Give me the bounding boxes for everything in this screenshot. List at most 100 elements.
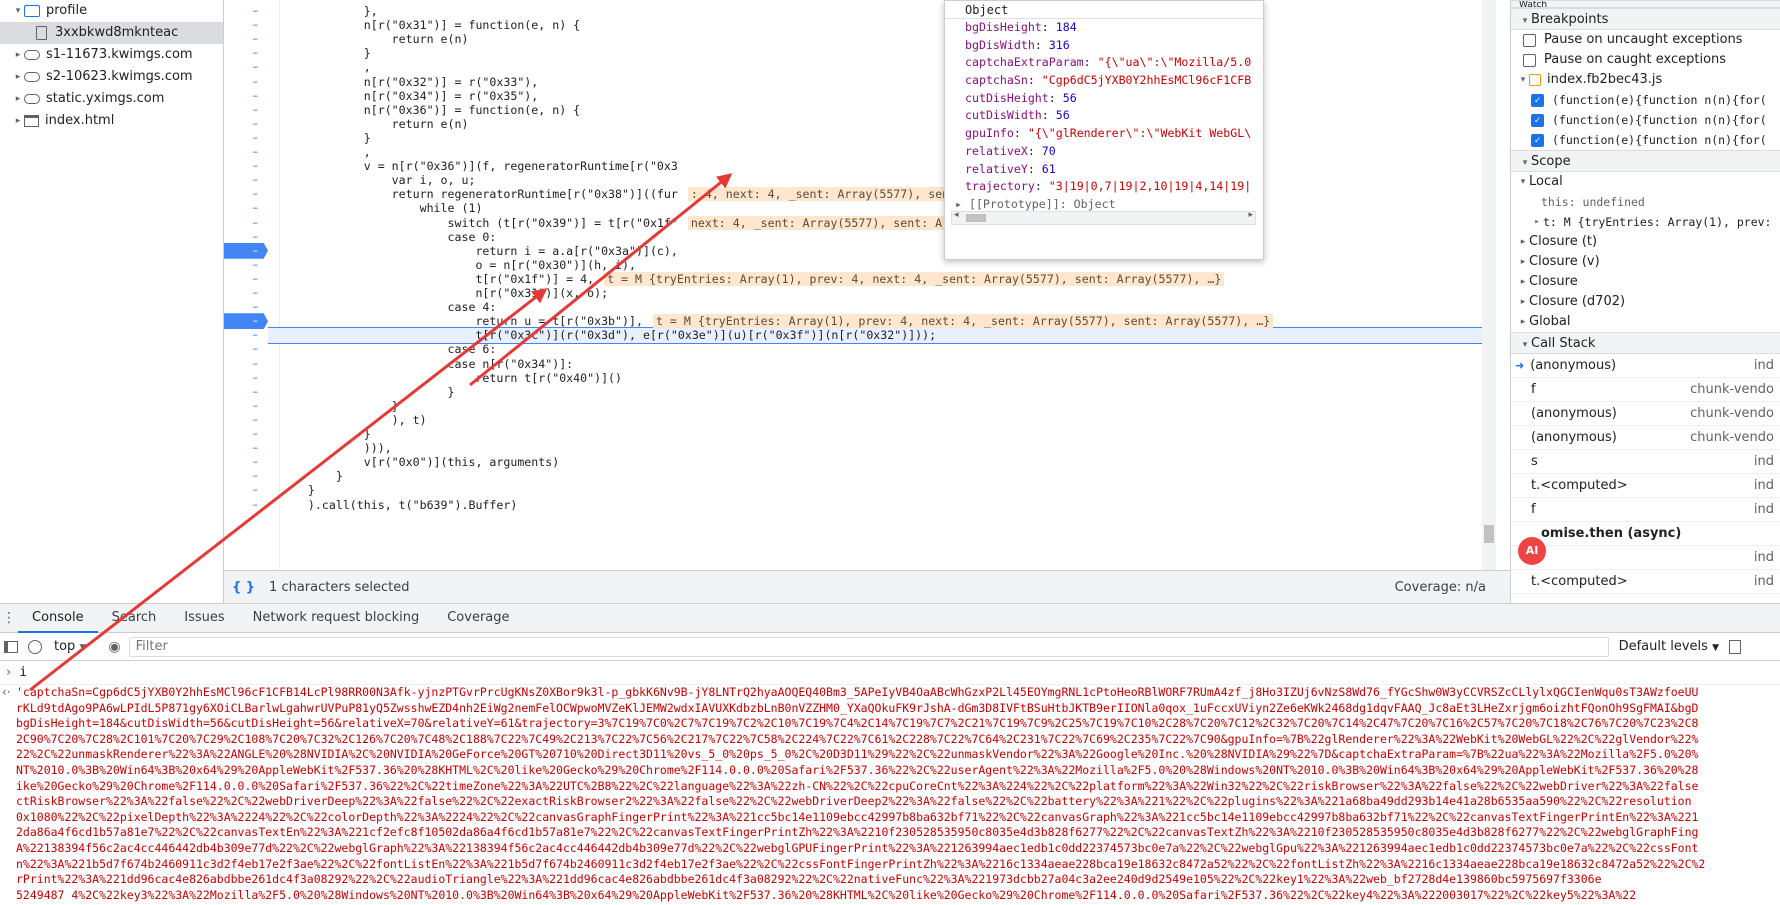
tab-search[interactable]: Search	[98, 603, 171, 633]
frame-location[interactable]: chunk-vendo	[1690, 378, 1774, 401]
frame-location[interactable]: chunk-vendo	[1690, 402, 1774, 425]
callstack-frame[interactable]: (anonymous) chunk-vendo	[1511, 426, 1780, 450]
console-output[interactable]: › i ‹· 'captchaSn=Cgp6dC5jYXB0Y2hhEsMCl96…	[0, 661, 1780, 905]
line-gutter[interactable]: – – – – – – – – – – – – – – – – – – – – – – – – – – – – – – – – – – – –	[224, 0, 268, 570]
expand-triangle-icon[interactable]: ▸	[1517, 252, 1529, 272]
sidebar-toggle-icon[interactable]	[4, 640, 18, 653]
frame-location[interactable]: chunk-vendo	[1690, 426, 1774, 449]
popover-property[interactable]: trajectory: "3|19|0,7|19|2,10|19|4,14|19…	[945, 178, 1263, 196]
code-line[interactable]: ).call(this, t("b639").Buffer)	[280, 497, 517, 513]
tree-item[interactable]: ▸ static.yximgs.com	[0, 88, 223, 110]
settings-icon[interactable]	[1728, 639, 1741, 654]
tab-console[interactable]: Console	[18, 603, 98, 633]
expand-triangle-icon[interactable]: ▸	[955, 197, 969, 211]
popover-scroll-thumb[interactable]	[966, 214, 986, 222]
scope-closure[interactable]: ▸ Closure (v)	[1511, 252, 1780, 272]
scope-t[interactable]: ▸ t: M {tryEntries: Array(1), prev:	[1511, 212, 1780, 232]
editor-scrollbar[interactable]	[1482, 0, 1496, 570]
popover-property[interactable]: bgDisHeight: 184	[945, 19, 1263, 37]
frame-location[interactable]: ind	[1754, 474, 1774, 497]
popover-horizontal-scrollbar[interactable]: ◂ ▸	[951, 210, 1256, 225]
expand-triangle-icon[interactable]: ▾	[1517, 172, 1529, 192]
eye-icon[interactable]: ◉	[108, 639, 120, 655]
expand-triangle-icon[interactable]: ▸	[12, 110, 24, 132]
console-input-line[interactable]: › i	[0, 661, 1780, 685]
checkbox[interactable]	[1523, 33, 1536, 47]
scope-closure[interactable]: ▸ Closure	[1511, 272, 1780, 292]
scroll-left-icon[interactable]: ◂	[954, 210, 959, 220]
scope-closure[interactable]: ▸ Closure (t)	[1511, 232, 1780, 252]
breakpoint-item[interactable]: ✓ (function(e){function n(n){for(	[1511, 90, 1780, 110]
scope-section-header[interactable]: ▾ Scope	[1511, 150, 1780, 172]
expand-triangle-icon[interactable]: ▸	[1517, 232, 1529, 252]
popover-property[interactable]: cutDisWidth: 56	[945, 107, 1263, 125]
pause-caught-row[interactable]: Pause on caught exceptions	[1511, 50, 1780, 70]
popover-property[interactable]: gpuInfo: "{\"glRenderer\":\"WebKit WebGL…	[945, 125, 1263, 143]
callstack-frame[interactable]: f chunk-vendo	[1511, 378, 1780, 402]
frame-location[interactable]: ind	[1754, 570, 1774, 593]
expand-triangle-icon[interactable]: ▸	[1517, 292, 1529, 312]
expand-triangle-icon[interactable]: ▸	[1517, 272, 1529, 292]
expand-triangle-icon[interactable]: ▸	[1531, 212, 1543, 232]
callstack-frame[interactable]: t.<computed> ind	[1511, 570, 1780, 594]
clear-console-icon[interactable]	[28, 639, 42, 654]
breakpoint-item[interactable]: ✓ (function(e){function n(n){for(	[1511, 130, 1780, 150]
watch-section-header[interactable]: Watch	[1511, 0, 1780, 8]
popover-property[interactable]: captchaSn: "Cgp6dC5jYXB0Y2hhEsMCl96cF1CF…	[945, 72, 1263, 90]
scroll-right-icon[interactable]: ▸	[1248, 210, 1253, 220]
tab-issues[interactable]: Issues	[170, 603, 238, 633]
expand-triangle-icon[interactable]: ▸	[1517, 312, 1529, 332]
frame-location[interactable]: ind	[1754, 354, 1774, 377]
breakpoint-item[interactable]: ✓ (function(e){function n(n){for(	[1511, 110, 1780, 130]
line-number[interactable]: –	[224, 229, 268, 245]
context-selector[interactable]: top ▼	[54, 639, 86, 654]
ai-assistant-icon[interactable]: AI	[1518, 537, 1546, 565]
expand-triangle-icon[interactable]: ▸	[12, 44, 24, 66]
pause-uncaught-row[interactable]: Pause on uncaught exceptions	[1511, 30, 1780, 50]
checkbox[interactable]	[1523, 53, 1536, 67]
expand-triangle-icon[interactable]: ▸	[12, 88, 24, 110]
code-editor[interactable]: – – – – – – – – – – – – – – – – – – – – – – – – – – – – – – – – – – – – }, …	[224, 0, 1496, 570]
tree-item[interactable]: 3xxbkwd8mknteac	[0, 22, 223, 44]
checkbox-checked-icon[interactable]: ✓	[1531, 113, 1544, 127]
tree-item[interactable]: ▸ s1-11673.kwimgs.com	[0, 44, 223, 66]
callstack-frame[interactable]: sind	[1511, 450, 1780, 474]
checkbox-checked-icon[interactable]: ✓	[1531, 133, 1544, 147]
filter-input[interactable]	[128, 636, 1609, 657]
object-popover[interactable]: Object bgDisHeight: 184 bgDisWidth: 316 ca…	[944, 0, 1264, 260]
editor-scroll-thumb[interactable]	[1484, 525, 1494, 543]
breakpoints-section-header[interactable]: ▾ Breakpoints	[1511, 8, 1780, 30]
checkbox-checked-icon[interactable]: ✓	[1531, 93, 1544, 107]
tab-network-request-blocking[interactable]: Network request blocking	[239, 603, 434, 633]
callstack-frame[interactable]: ➜ (anonymous) ind	[1511, 354, 1780, 378]
expand-triangle-icon[interactable]: ▸	[12, 66, 24, 88]
callstack-frame[interactable]: (anonymous) chunk-vendo	[1511, 402, 1780, 426]
line-number[interactable]: –	[224, 299, 268, 315]
tree-item[interactable]: ▸ s2-10623.kwimgs.com	[0, 66, 223, 88]
expand-triangle-icon[interactable]: ▾	[1517, 70, 1529, 90]
callstack-frame[interactable]: t.<computed> ind	[1511, 474, 1780, 498]
frame-location[interactable]: ind	[1754, 546, 1774, 569]
callstack-frame[interactable]: sind	[1511, 546, 1780, 570]
pretty-print-icon[interactable]: { }	[232, 580, 255, 595]
tab-coverage[interactable]: Coverage	[433, 603, 523, 633]
popover-property[interactable]: cutDisHeight: 56	[945, 90, 1263, 108]
callstack-frame[interactable]: f ind	[1511, 498, 1780, 522]
frame-location[interactable]: ind	[1754, 450, 1774, 473]
expand-triangle-icon[interactable]: ▾	[12, 0, 24, 22]
popover-property[interactable]: captchaExtraParam: "{\"ua\":\"Mozilla/5.…	[945, 54, 1263, 72]
scope-local[interactable]: ▾ Local	[1511, 172, 1780, 192]
log-levels-dropdown[interactable]: Default levels ▼	[1619, 639, 1719, 654]
scope-closure[interactable]: ▸ Global	[1511, 312, 1780, 332]
scope-closure[interactable]: ▸ Closure (d702)	[1511, 292, 1780, 312]
popover-property[interactable]: bgDisWidth: 316	[945, 37, 1263, 55]
breakpoint-file-row[interactable]: ▾ index.fb2bec43.js	[1511, 70, 1780, 90]
tree-item[interactable]: ▸ index.html	[0, 110, 223, 132]
tree-item[interactable]: ▾ profile	[0, 0, 223, 22]
callstack-section-header[interactable]: ▾ Call Stack	[1511, 332, 1780, 354]
popover-property[interactable]: relativeX: 70	[945, 143, 1263, 161]
more-vertical-icon[interactable]: ⋮	[0, 610, 18, 626]
frame-location[interactable]: ind	[1754, 498, 1774, 521]
line-number[interactable]: –	[224, 497, 268, 513]
popover-property[interactable]: relativeY: 61	[945, 161, 1263, 179]
